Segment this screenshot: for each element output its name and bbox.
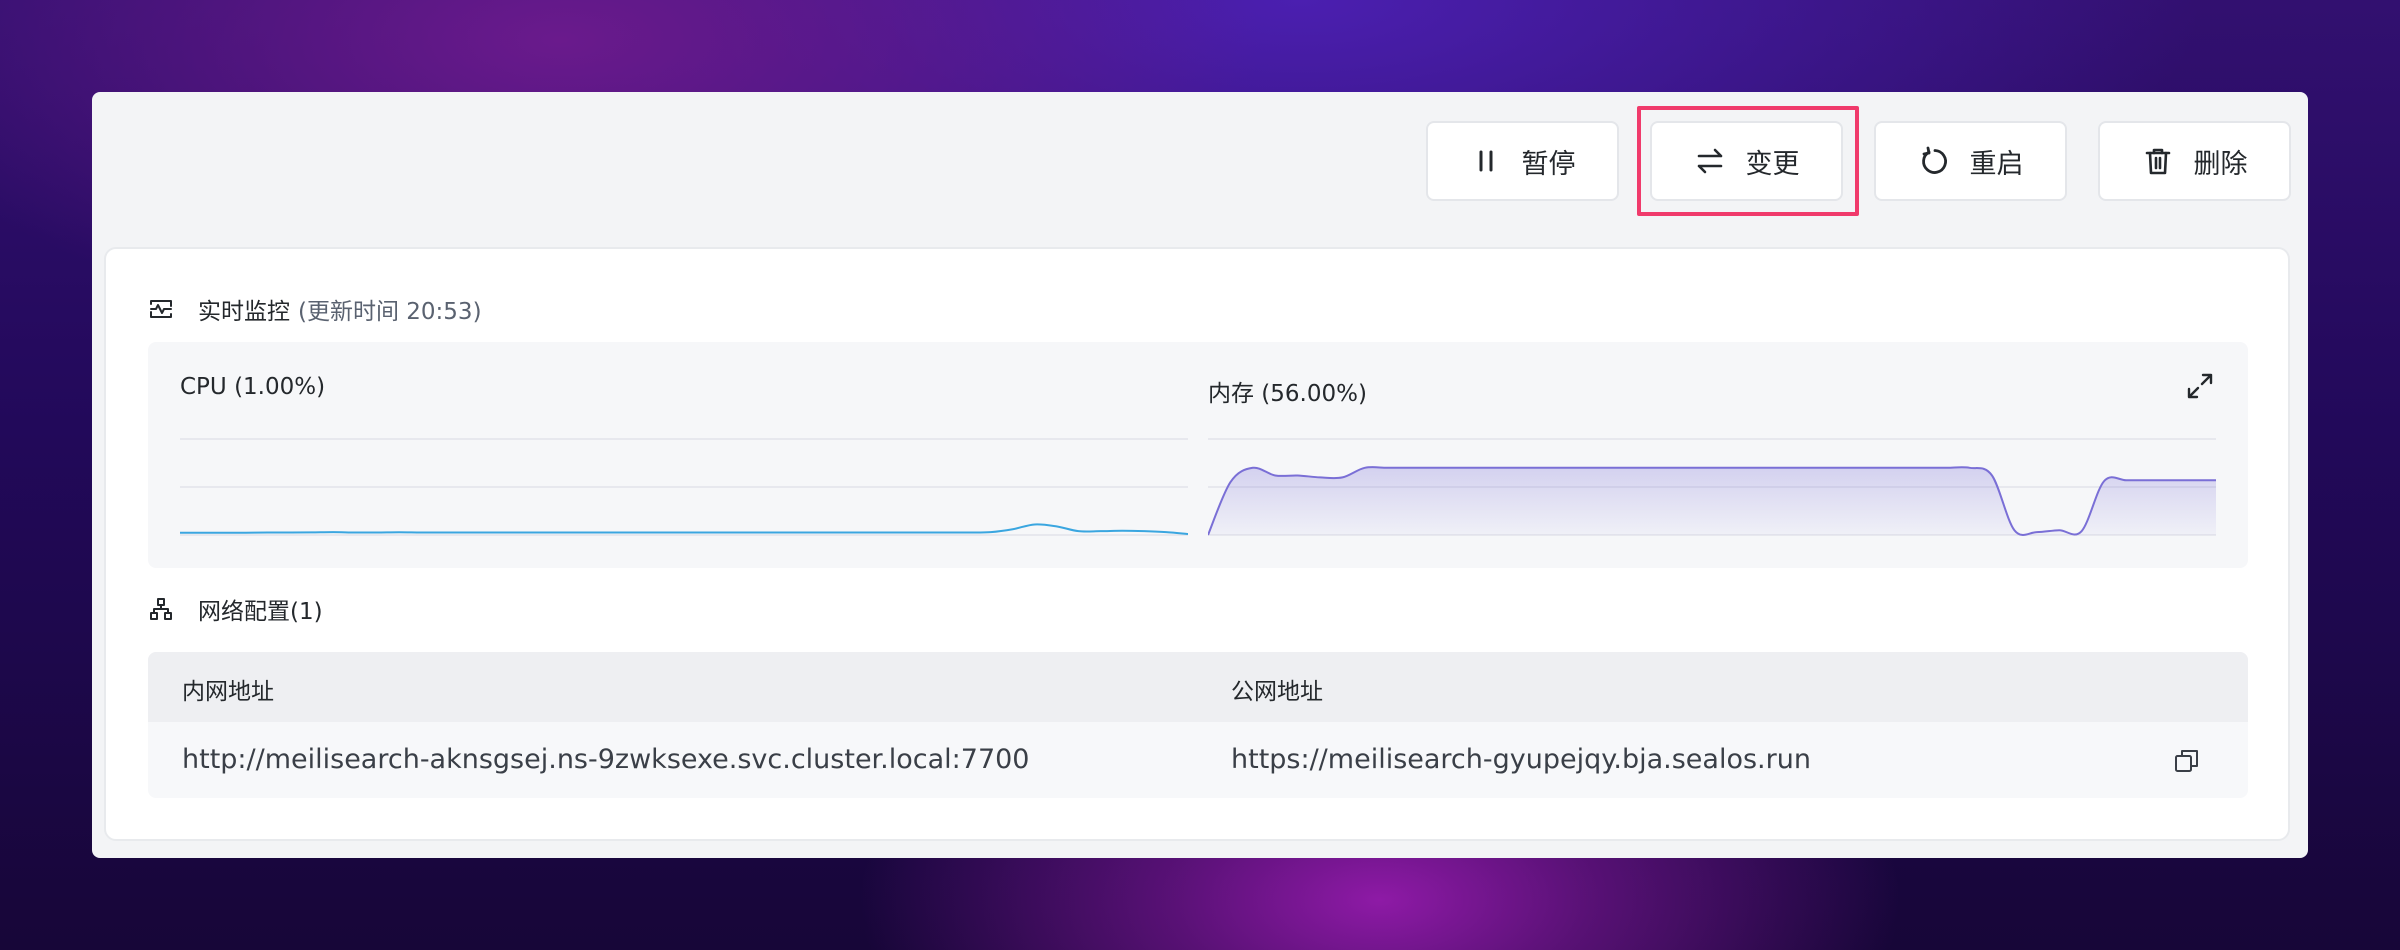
expand-icon[interactable] bbox=[2184, 370, 2216, 402]
cpu-chart-series-line bbox=[180, 523, 1188, 536]
memory-chart-area bbox=[1208, 467, 2216, 535]
internal-address[interactable]: http://meilisearch-aknsgsej.ns-9zwksexe.… bbox=[182, 744, 1029, 775]
trash-icon bbox=[2145, 148, 2170, 175]
monitor-charts: CPU (1.00%) 内存 (56.00%) bbox=[148, 342, 2248, 568]
restart-icon bbox=[1921, 146, 1947, 174]
monitor-title: 实时监控 bbox=[198, 299, 290, 325]
change-label: 变更 bbox=[1745, 148, 1800, 180]
public-address-header: 公网地址 bbox=[1231, 679, 1323, 705]
toolbar: 暂停 变更 重启 删除 bbox=[1426, 106, 2291, 216]
monitor-icon bbox=[150, 300, 172, 318]
public-address[interactable]: https://meilisearch-gyupejqy.bja.sealos.… bbox=[1231, 744, 1811, 775]
cpu-chart bbox=[180, 438, 1188, 536]
detail-panel: 实时监控 (更新时间 20:53) CPU (1.00%) 内存 (56.00%… bbox=[104, 247, 2290, 841]
network-header: 网络配置(1) bbox=[148, 592, 323, 626]
monitor-header: 实时监控 (更新时间 20:53) bbox=[148, 292, 482, 326]
pause-icon bbox=[1479, 150, 1492, 172]
cpu-chart-label: CPU (1.00%) bbox=[180, 374, 326, 400]
table-row: http://meilisearch-aknsgsej.ns-9zwksexe.… bbox=[148, 722, 2248, 798]
memory-chart-label: 内存 (56.00%) bbox=[1208, 381, 1367, 407]
internal-address-header: 内网地址 bbox=[182, 679, 274, 705]
network-icon bbox=[150, 598, 172, 620]
table-header: 内网地址 公网地址 bbox=[148, 652, 2248, 722]
network-title: 网络配置(1) bbox=[198, 599, 323, 625]
change-button[interactable]: 变更 bbox=[1637, 106, 1859, 216]
swap-arrows-icon bbox=[1697, 148, 1722, 174]
memory-chart bbox=[1208, 438, 2216, 536]
pause-label: 暂停 bbox=[1521, 148, 1576, 180]
delete-button[interactable]: 删除 bbox=[2098, 121, 2291, 201]
restart-button[interactable]: 重启 bbox=[1874, 121, 2067, 201]
delete-label: 删除 bbox=[2193, 148, 2248, 180]
pause-button[interactable]: 暂停 bbox=[1426, 121, 1619, 201]
copy-icon[interactable] bbox=[2172, 746, 2202, 776]
restart-label: 重启 bbox=[1969, 148, 2024, 180]
monitor-update-time: (更新时间 20:53) bbox=[298, 299, 482, 325]
app-window: 暂停 变更 重启 删除 实时监控 (更新时间 20:53) CPU (1.00%… bbox=[92, 92, 2308, 858]
network-table: 内网地址 公网地址 http://meilisearch-aknsgsej.ns… bbox=[148, 652, 2248, 798]
